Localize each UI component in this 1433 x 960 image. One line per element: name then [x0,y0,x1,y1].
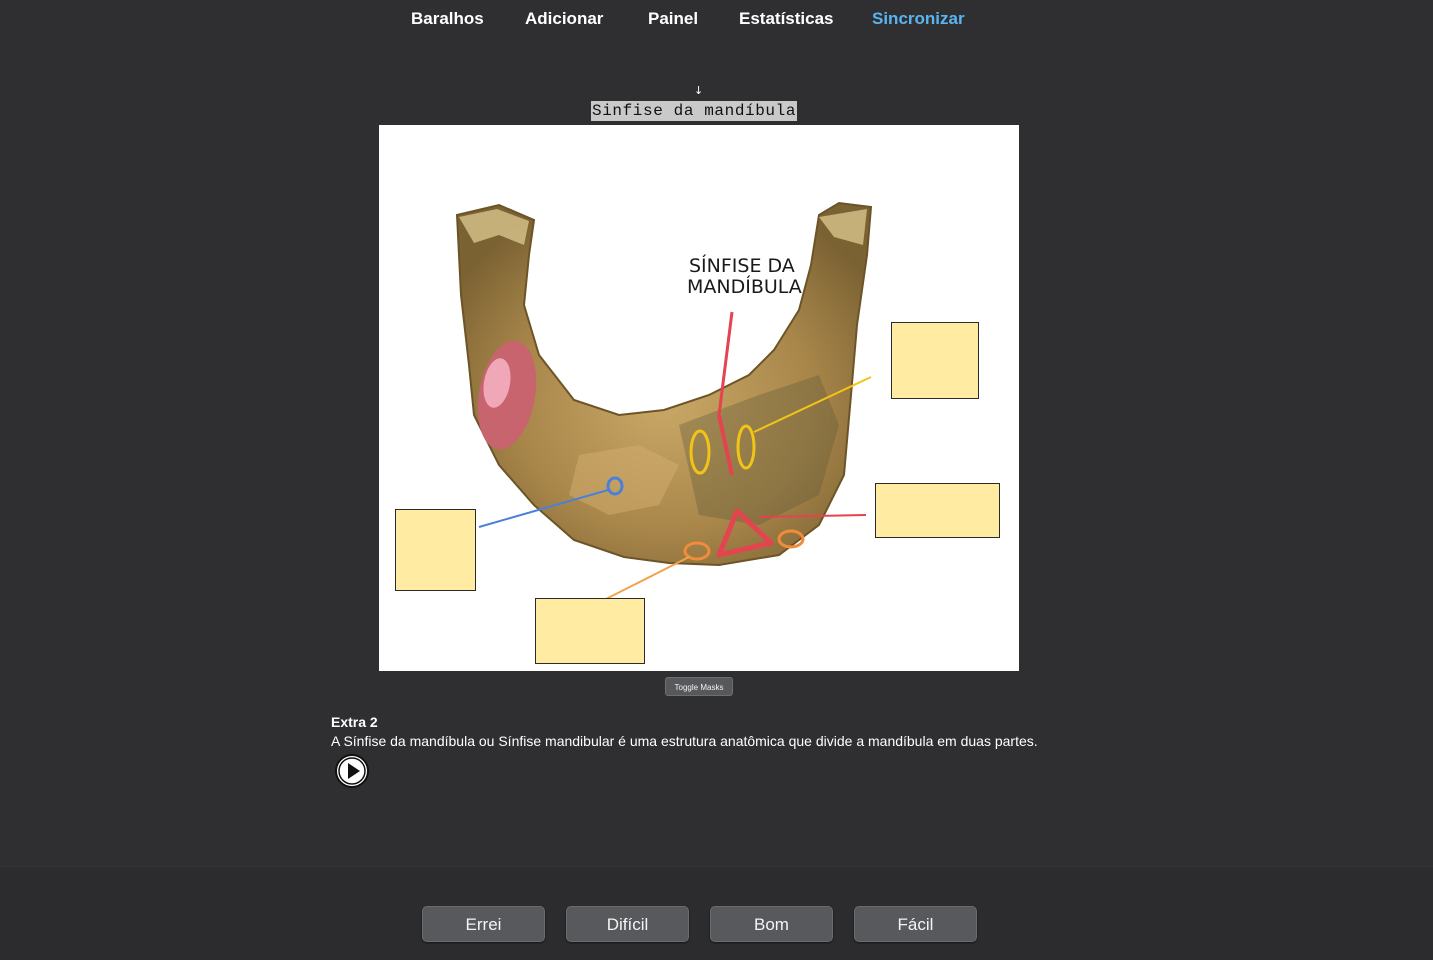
toggle-masks-button[interactable]: Toggle Masks [665,677,733,696]
hard-button[interactable]: Difícil [566,906,689,942]
play-circle-icon[interactable] [334,753,370,789]
nav-sync[interactable]: Sincronizar [872,9,965,29]
mask-box-left[interactable] [395,509,476,591]
top-nav: Baralhos Adicionar Painel Estatísticas S… [0,0,1433,40]
card-title: Sinfise da mandíbula [591,101,798,121]
mask-box-bottom[interactable] [535,598,645,664]
image-caption-line-2: MANDÍBULA [687,275,802,298]
easy-button[interactable]: Fácil [854,906,977,942]
extra-text: A Sínfise da mandíbula ou Sínfise mandib… [331,733,1038,749]
image-caption-line-1: SÍNFISE DA [689,254,795,277]
down-arrow-icon: ↓ [694,84,704,97]
nav-browse[interactable]: Painel [648,9,698,29]
again-button[interactable]: Errei [422,906,545,942]
mask-box-right-lower[interactable] [875,483,1000,538]
good-button[interactable]: Bom [710,906,833,942]
mask-box-right-upper[interactable] [891,322,979,399]
card-image: SÍNFISE DA MANDÍBULA [379,125,1019,671]
extra-title: Extra 2 [331,714,378,730]
nav-stats[interactable]: Estatísticas [739,9,834,29]
nav-add[interactable]: Adicionar [525,9,603,29]
nav-decks[interactable]: Baralhos [411,9,484,29]
